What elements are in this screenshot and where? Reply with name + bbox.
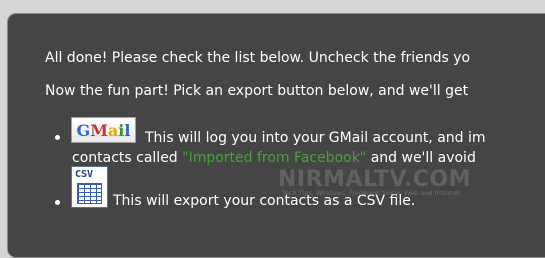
instructions-line-2: Now the fun part! Pick an export button …: [45, 83, 469, 99]
gmail-option-description: This will log you into your GMail accoun…: [145, 130, 486, 146]
watermark-tagline: Tech Tips, Windows, Freeware, Social Web…: [282, 189, 461, 197]
csv-label: CSV: [75, 169, 94, 180]
gmail-export-button[interactable]: G M a i l: [71, 117, 136, 143]
csv-export-button[interactable]: CSV: [71, 166, 108, 208]
gmail-logo-icon: G M a i l: [76, 120, 131, 140]
csv-spreadsheet-icon: [77, 183, 102, 204]
contact-group-name: "Imported from Facebook": [182, 150, 367, 166]
list-bullet: [55, 135, 60, 140]
gmail-option-description-line-2: contacts called "Imported from Facebook"…: [72, 150, 476, 166]
instructions-line-1: All done! Please check the list below. U…: [45, 50, 471, 66]
list-bullet: [55, 200, 60, 205]
